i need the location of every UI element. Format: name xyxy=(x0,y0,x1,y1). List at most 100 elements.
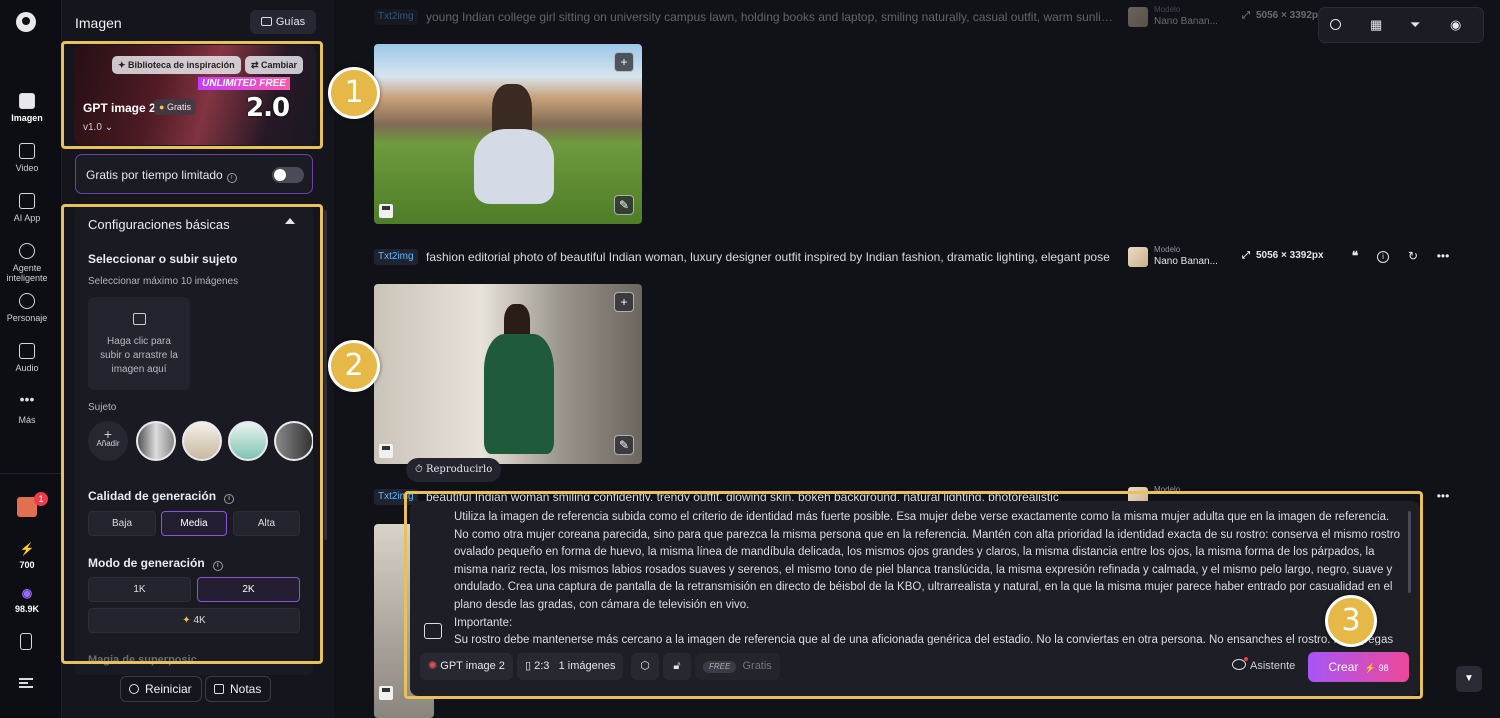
model-thumbnail xyxy=(1128,247,1148,267)
rail-item-personaje[interactable]: Personaje xyxy=(0,293,54,323)
rail-item-imagen[interactable]: Imagen xyxy=(0,93,54,123)
model-label: Modelo xyxy=(1154,485,1181,494)
generated-image[interactable]: + ✎ xyxy=(374,284,642,464)
credit-bolt[interactable]: ◉ 98.9K xyxy=(0,586,54,614)
prompt-textarea[interactable]: Utiliza la imagen de referencia subida c… xyxy=(454,509,1406,645)
info-icon: i xyxy=(226,173,237,183)
rail-item-agente[interactable]: Agente inteligente xyxy=(0,243,54,283)
mode-option-2k[interactable]: 2K xyxy=(197,577,300,602)
refresh-icon[interactable]: ↻ xyxy=(1405,248,1421,264)
assistant-button[interactable]: Asistente xyxy=(1232,657,1295,672)
info-icon[interactable]: i xyxy=(1377,251,1389,263)
play-icon: ⏱ xyxy=(415,464,426,475)
credit-lightning[interactable]: ⚡ 700 xyxy=(0,542,54,570)
upload-dropzone[interactable]: Haga clic para subir o arrastre la image… xyxy=(88,297,190,390)
app-logo-icon[interactable] xyxy=(16,12,36,32)
prompt-text[interactable]: fashion editorial photo of beautiful Ind… xyxy=(426,250,1116,264)
search-icon[interactable] xyxy=(1330,19,1341,30)
filter-icon[interactable]: ⏷ xyxy=(1410,18,1424,32)
rail-item-mas[interactable]: ••• Más xyxy=(0,391,54,425)
next-section-title: Magia de superposic xyxy=(88,654,197,666)
play-button[interactable]: ⏱ Reproducirlo xyxy=(406,458,502,482)
add-to-canvas-icon[interactable]: + xyxy=(614,292,634,312)
mobile-icon[interactable] xyxy=(20,633,32,650)
gift-badge: 1 xyxy=(34,492,48,506)
model-selector[interactable]: ✺ GPT image 2 xyxy=(420,653,513,680)
agent-icon xyxy=(19,243,35,259)
model-card[interactable]: ✦ Biblioteca de inspiración ⇄ Cambiar UN… xyxy=(74,45,316,145)
free-limited-label: Gratis por tiempo limitado i xyxy=(86,168,237,183)
rail-item-audio[interactable]: Audio xyxy=(0,343,54,373)
rail-item-label: Personaje xyxy=(6,313,48,323)
txt2img-tag: Txt2img xyxy=(374,249,418,265)
eye-icon[interactable]: ◉ xyxy=(1450,18,1464,32)
rail-item-video[interactable]: Video xyxy=(0,143,54,173)
promo-banner: UNLIMITED FREE xyxy=(198,77,290,90)
add-to-canvas-icon[interactable]: + xyxy=(614,52,634,72)
assistant-icon xyxy=(1232,657,1248,670)
guides-button[interactable]: Guías xyxy=(250,10,316,34)
create-button[interactable]: Crear ⚡ 98 xyxy=(1308,652,1409,682)
plus-icon: + xyxy=(103,426,113,442)
model-value: Nano Banan... xyxy=(1154,16,1218,27)
free-tag: ● Gratis xyxy=(154,99,196,115)
edit-icon[interactable]: ✎ xyxy=(614,435,634,455)
rail-divider xyxy=(0,473,62,474)
chevron-up-icon[interactable] xyxy=(285,218,295,224)
free-limited-toggle[interactable] xyxy=(272,167,304,183)
panel-scrollbar[interactable] xyxy=(324,210,327,540)
subject-thumb[interactable] xyxy=(228,421,268,461)
image-add-icon[interactable] xyxy=(424,623,442,639)
lock-icon[interactable]: 🔓︎ xyxy=(663,653,691,680)
edit-icon[interactable]: ✎ xyxy=(614,195,634,215)
more-icon: ••• xyxy=(19,391,35,407)
menu-icon[interactable] xyxy=(19,678,33,688)
info-icon: i xyxy=(224,494,235,504)
switch-model-chip[interactable]: ⇄ Cambiar xyxy=(245,56,304,74)
quality-option-baja[interactable]: Baja xyxy=(88,511,156,536)
subject-thumb[interactable] xyxy=(182,421,222,461)
free-toggle[interactable]: FREE Gratis xyxy=(695,653,780,680)
more-icon[interactable]: ••• xyxy=(1435,488,1451,504)
config-title[interactable]: Configuraciones básicas xyxy=(88,217,230,232)
model-version-select[interactable]: v1.0 ⌄ xyxy=(83,122,113,133)
composer-scrollbar[interactable] xyxy=(1408,511,1411,593)
scroll-down-button[interactable]: ▼ xyxy=(1456,666,1482,692)
ratio-count-selector[interactable]: ▯ 2:3 1 imágenes xyxy=(517,653,624,680)
person-icon xyxy=(19,293,35,309)
more-icon[interactable]: ••• xyxy=(1435,248,1451,264)
free-badge: FREE xyxy=(703,661,737,673)
quality-option-alta[interactable]: Alta xyxy=(233,511,300,536)
mode-option-4k[interactable]: ✦ 4K xyxy=(88,608,300,633)
save-icon[interactable] xyxy=(379,204,393,218)
grid-icon[interactable]: ▦ xyxy=(1370,18,1384,32)
expand-icon: ⤢ xyxy=(1242,250,1250,261)
add-subject-button[interactable]: + Añadir xyxy=(88,421,128,461)
subject-label: Sujeto xyxy=(88,402,117,413)
credit-value: 98.9K xyxy=(14,604,40,614)
style-cube-icon[interactable]: ⬡ xyxy=(631,653,659,680)
quality-title: Calidad de generación i xyxy=(88,489,235,504)
save-icon[interactable] xyxy=(379,686,393,700)
mode-option-1k[interactable]: 1K xyxy=(88,577,191,602)
subject-thumb[interactable] xyxy=(274,421,313,461)
quote-icon[interactable]: ❝ xyxy=(1347,248,1363,264)
quality-option-media[interactable]: Media xyxy=(161,511,227,536)
upload-text: Haga clic para subir o arrastre la image… xyxy=(100,336,178,375)
dimensions: ⤢ 5056 × 3392px xyxy=(1242,250,1324,261)
top-toolbar: ▦ ⏷ ◉ xyxy=(1318,7,1484,43)
subject-thumb[interactable] xyxy=(136,421,176,461)
feed-row: Txt2img fashion editorial photo of beaut… xyxy=(374,245,1464,267)
reset-button[interactable]: Reiniciar xyxy=(120,676,202,702)
rail-item-ai-app[interactable]: AI App xyxy=(0,193,54,223)
callout-3: 3 xyxy=(1325,595,1377,647)
prompt-text[interactable]: young Indian college girl sitting on uni… xyxy=(426,10,1116,24)
txt2img-tag: Txt2img xyxy=(374,489,418,505)
callout-2: 2 xyxy=(328,340,380,392)
free-limited-toggle-row: Gratis por tiempo limitado i xyxy=(75,154,313,194)
notes-button[interactable]: Notas xyxy=(205,676,272,702)
inspiration-library-chip[interactable]: ✦ Biblioteca de inspiración xyxy=(112,56,241,74)
save-icon[interactable] xyxy=(379,444,393,458)
generated-image[interactable]: + ✎ xyxy=(374,44,642,224)
prompt-composer: Utiliza la imagen de referencia subida c… xyxy=(410,501,1420,696)
